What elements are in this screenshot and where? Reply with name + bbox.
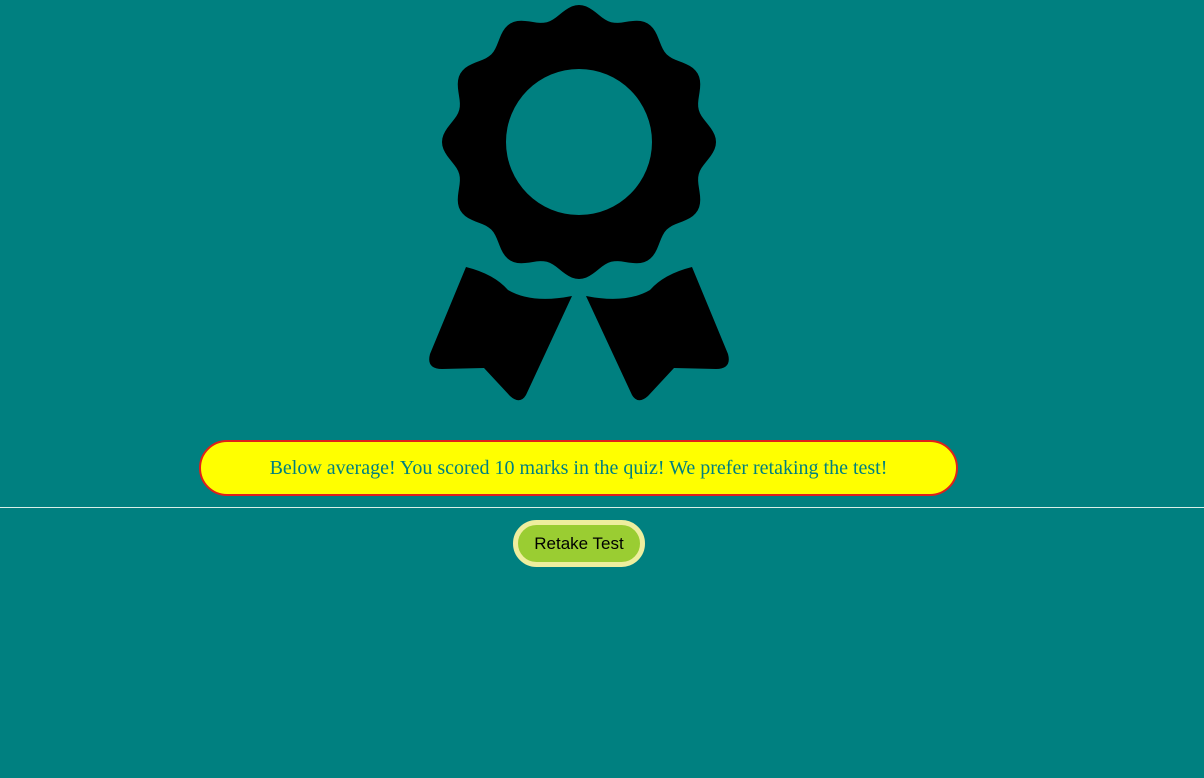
award-ribbon-icon bbox=[428, 4, 730, 404]
divider bbox=[0, 507, 1204, 508]
retake-test-button[interactable]: Retake Test bbox=[513, 520, 645, 567]
result-message-box: Below average! You scored 10 marks in th… bbox=[199, 440, 958, 496]
result-message: Below average! You scored 10 marks in th… bbox=[269, 456, 888, 479]
